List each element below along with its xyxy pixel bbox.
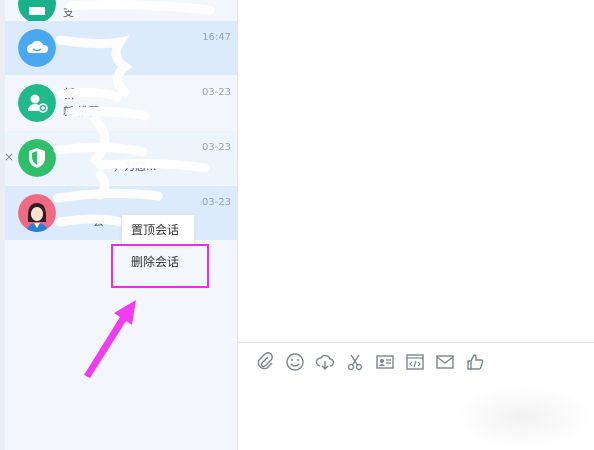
conversation-name: 新 [63,87,76,101]
shield-avatar [18,139,56,177]
pointer-arrow [84,300,136,378]
paperclip-icon[interactable] [255,352,275,372]
scissors-icon[interactable] [345,352,365,372]
conversation-time: 03-23 [201,197,231,208]
contact-card-icon[interactable] [375,352,395,372]
code-icon[interactable] [405,352,425,372]
avatar [18,0,56,23]
conversation-item[interactable]: 16:47 [5,21,237,75]
highlight-box [111,244,209,288]
conversation-sidebar: 支 16:47 新 新 推荐 03-23 ，为您... 03-23 会 03-2… [0,0,238,450]
conversation-preview: ，为您... [113,160,157,173]
conversation-preview: 新 推荐 [63,105,100,118]
thumbs-up-icon[interactable] [465,352,485,372]
conversation-item[interactable]: 新 新 推荐 03-23 [5,76,237,130]
add-friend-avatar [18,84,56,122]
input-area-shadow [452,384,594,450]
cloud-avatar [18,29,56,67]
conversation-time: 03-23 [201,142,231,153]
conversation-time: 16:47 [202,32,231,43]
context-menu: 置顶会话 删除会话 [121,214,195,269]
conversation-item[interactable]: ，为您... 03-23 [5,131,237,185]
mail-icon[interactable] [435,352,455,372]
conversation-preview: 支 [63,6,74,19]
conversation-time: 03-23 [201,87,231,98]
user-avatar [18,194,56,232]
close-icon[interactable]: × [4,150,14,164]
pin-conversation-item[interactable]: 置顶会话 [122,215,194,245]
emoji-icon[interactable] [285,352,305,372]
conversation-preview: 会 [93,215,104,228]
cloud-download-icon[interactable] [315,352,335,372]
